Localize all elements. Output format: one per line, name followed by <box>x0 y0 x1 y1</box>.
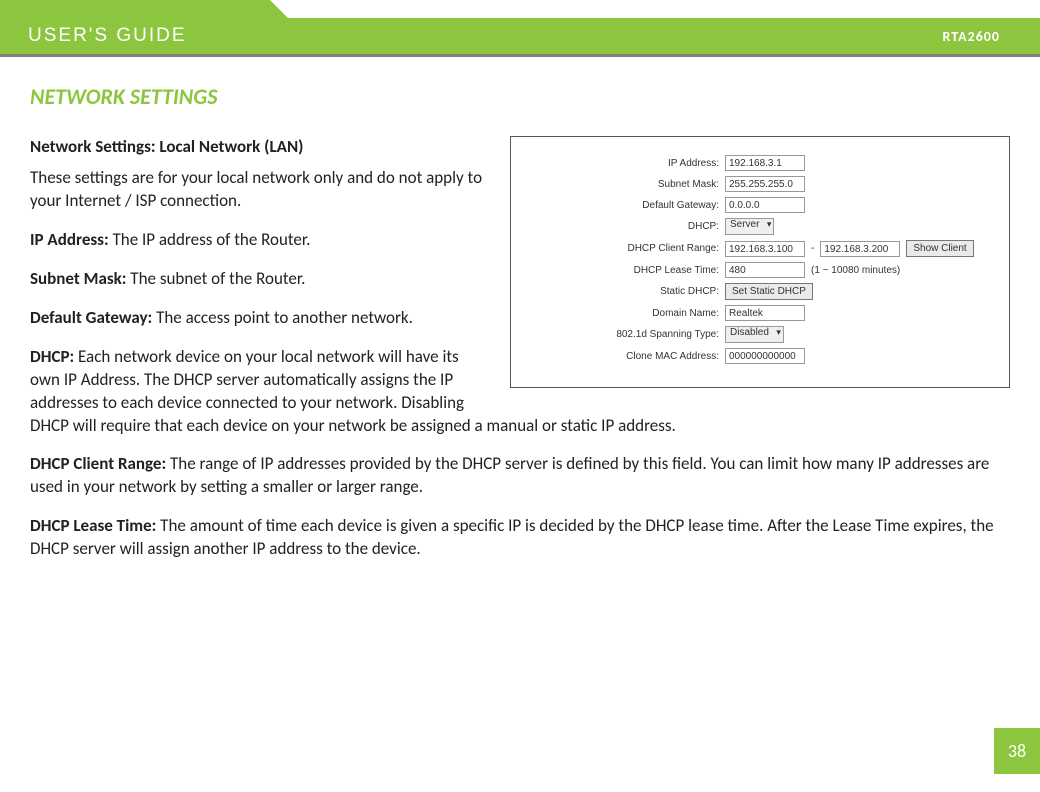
def-subnet-label: Subnet Mask: <box>30 268 126 289</box>
fig-input-clone[interactable]: 000000000000 <box>725 348 805 364</box>
fig-select-dhcp[interactable]: Server <box>725 218 774 235</box>
section-title: NETWORK SETTINGS <box>30 83 1010 110</box>
fig-label-spanning: 802.1d Spanning Type: <box>519 329 719 340</box>
def-dhcp-label: DHCP: <box>30 346 74 367</box>
def-range: DHCP Client Range: The range of IP addre… <box>30 453 1010 499</box>
def-range-text: The range of IP addresses provided by th… <box>30 453 989 497</box>
fig-label-ip: IP Address: <box>519 158 719 169</box>
fig-input-range-end[interactable]: 192.168.3.200 <box>820 241 900 257</box>
fig-range-dash: - <box>811 243 814 254</box>
fig-input-lease[interactable]: 480 <box>725 262 805 278</box>
def-lease: DHCP Lease Time: The amount of time each… <box>30 515 1010 561</box>
page-number: 38 <box>994 728 1040 774</box>
fig-label-lease: DHCP Lease Time: <box>519 265 719 276</box>
fig-lease-note: (1 ~ 10080 minutes) <box>811 265 900 276</box>
fig-label-clone: Clone MAC Address: <box>519 351 719 362</box>
fig-button-static-dhcp[interactable]: Set Static DHCP <box>725 283 813 300</box>
fig-input-range-start[interactable]: 192.168.3.100 <box>725 241 805 257</box>
def-gw-text: The access point to another network. <box>152 307 413 328</box>
model-number: RTA2600 <box>943 28 1000 45</box>
header-main: USER'S GUIDE RTA2600 <box>0 18 1040 54</box>
def-ip-label: IP Address: <box>30 229 109 250</box>
header-notch <box>270 0 288 18</box>
fig-select-spanning[interactable]: Disabled <box>725 326 784 343</box>
fig-label-gateway: Default Gateway: <box>519 200 719 211</box>
fig-input-subnet[interactable]: 255.255.255.0 <box>725 176 805 192</box>
def-lease-label: DHCP Lease Time: <box>30 515 156 536</box>
page-header: USER'S GUIDE RTA2600 <box>0 0 1040 54</box>
def-range-label: DHCP Client Range: <box>30 453 166 474</box>
fig-label-range: DHCP Client Range: <box>519 243 719 254</box>
def-subnet-text: The subnet of the Router. <box>126 268 305 289</box>
fig-input-domain[interactable]: Realtek <box>725 305 805 321</box>
header-tab <box>0 0 270 18</box>
def-gw-label: Default Gateway: <box>30 307 152 328</box>
fig-button-show-client[interactable]: Show Client <box>906 240 973 257</box>
page-content: NETWORK SETTINGS IP Address: 192.168.3.1… <box>0 57 1040 561</box>
settings-screenshot: IP Address: 192.168.3.1 Subnet Mask: 255… <box>510 136 1010 388</box>
def-lease-text: The amount of time each device is given … <box>30 515 994 559</box>
guide-title: USER'S GUIDE <box>28 25 187 47</box>
fig-label-subnet: Subnet Mask: <box>519 179 719 190</box>
fig-input-ip[interactable]: 192.168.3.1 <box>725 155 805 171</box>
fig-input-gateway[interactable]: 0.0.0.0 <box>725 197 805 213</box>
def-ip-text: The IP address of the Router. <box>109 229 311 250</box>
fig-label-dhcp: DHCP: <box>519 221 719 232</box>
fig-label-domain: Domain Name: <box>519 308 719 319</box>
fig-label-static: Static DHCP: <box>519 286 719 297</box>
